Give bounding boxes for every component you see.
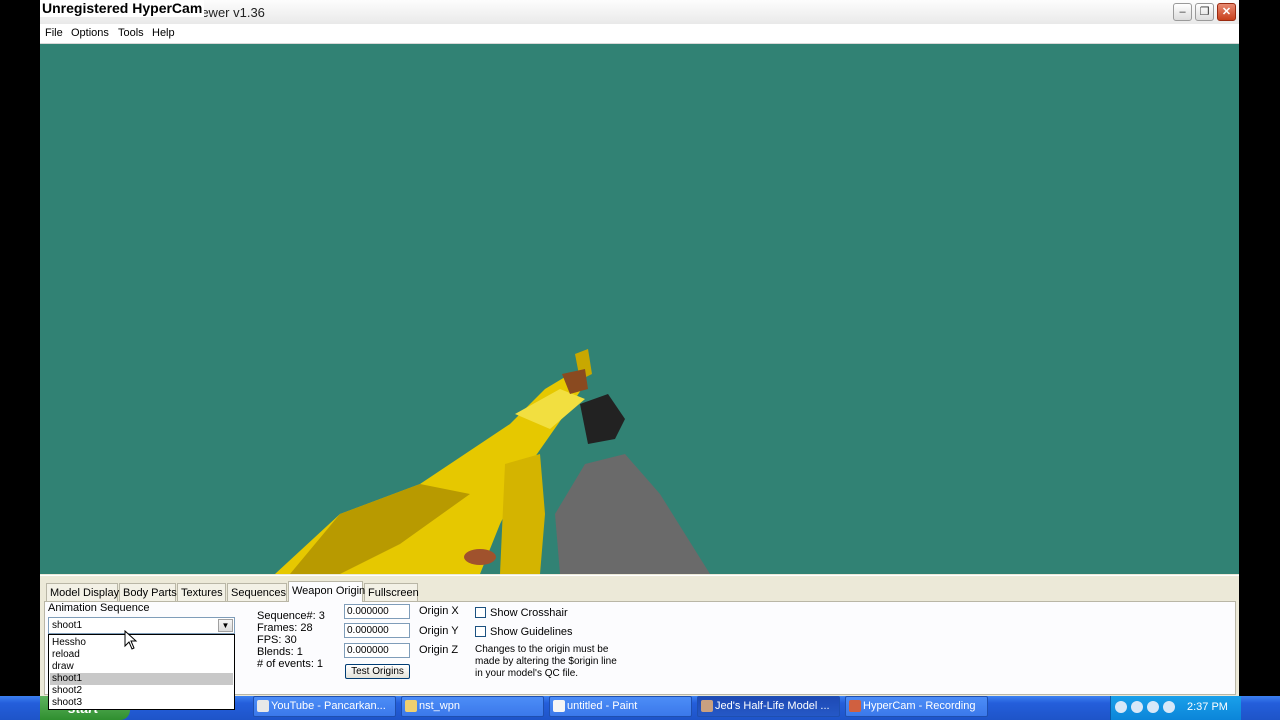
minimize-button[interactable]: –	[1173, 3, 1192, 21]
sequence-option[interactable]: shoot2	[50, 685, 233, 697]
maximize-button[interactable]: ❐	[1195, 3, 1214, 21]
chevron-down-icon[interactable]: ▼	[218, 619, 233, 632]
model-viewer-icon	[701, 700, 713, 712]
tray-arrow-icon[interactable]	[1115, 701, 1127, 713]
sequence-option-selected[interactable]: shoot1	[50, 673, 233, 685]
tab-sequences[interactable]: Sequences	[227, 583, 287, 601]
test-origins-button[interactable]: Test Origins	[345, 664, 410, 679]
mouse-cursor-icon	[124, 630, 138, 650]
magazine	[500, 454, 545, 574]
taskbar-item-folder[interactable]: nst_wpn	[401, 696, 544, 717]
origin-y-label: Origin Y	[419, 625, 459, 637]
task-label: HyperCam - Recording	[863, 700, 976, 712]
menu-tools[interactable]: Tools	[118, 27, 144, 39]
show-guidelines-label: Show Guidelines	[490, 626, 573, 638]
security-icon[interactable]	[1163, 701, 1175, 713]
origin-x-label: Origin X	[419, 605, 459, 617]
origin-x-input[interactable]: 0.000000	[344, 604, 410, 619]
origin-note-line1: Changes to the origin must be	[475, 644, 609, 655]
animation-sequence-label: Animation Sequence	[48, 602, 150, 614]
task-label: nst_wpn	[419, 700, 460, 712]
weapon-model	[275, 349, 710, 574]
origin-z-label: Origin Z	[419, 644, 459, 656]
sequence-number: Sequence#: 3	[257, 610, 325, 622]
sequence-option[interactable]: shoot3	[50, 697, 233, 709]
network-icon[interactable]	[1131, 701, 1143, 713]
model-viewport[interactable]	[40, 44, 1239, 574]
clock: 2:37 PM	[1187, 701, 1228, 713]
hypercam-icon	[849, 700, 861, 712]
show-guidelines-checkbox[interactable]	[475, 626, 486, 637]
model-viewer-window: Viewer v1.36 – ❐ ✕ File Options Tools He…	[40, 0, 1239, 697]
sequence-option[interactable]: draw	[50, 661, 233, 673]
origin-z-input[interactable]: 0.000000	[344, 643, 410, 658]
taskbar-item-hypercam[interactable]: HyperCam - Recording	[845, 696, 988, 717]
tab-fullscreen[interactable]: Fullscreen	[364, 583, 419, 601]
paint-icon	[553, 700, 565, 712]
title-bar[interactable]: Viewer v1.36 – ❐ ✕	[40, 0, 1239, 24]
task-label: Jed's Half-Life Model ...	[715, 700, 830, 712]
sequence-option[interactable]: Hessho	[50, 637, 233, 649]
volume-icon[interactable]	[1147, 701, 1159, 713]
origin-note-line3: in your model's QC file.	[475, 668, 579, 679]
browser-icon	[257, 700, 269, 712]
frames-count: Frames: 28	[257, 622, 313, 634]
show-crosshair-label: Show Crosshair	[490, 607, 568, 619]
hypercam-watermark: Unregistered HyperCam	[40, 0, 205, 17]
taskbar-item-youtube[interactable]: YouTube - Pancarkan...	[253, 696, 396, 717]
blends-count: Blends: 1	[257, 646, 303, 658]
folder-icon	[405, 700, 417, 712]
sequence-dropdown-list: Hessho reload draw shoot1 shoot2 shoot3	[48, 634, 235, 710]
selected-sequence: shoot1	[52, 620, 83, 631]
task-label: untitled - Paint	[567, 700, 638, 712]
origin-note-line2: made by altering the $origin line	[475, 656, 617, 667]
tab-model-display[interactable]: Model Display	[46, 583, 119, 601]
tab-weapon-origin[interactable]: Weapon Origin	[288, 581, 365, 602]
taskbar-item-paint[interactable]: untitled - Paint	[549, 696, 692, 717]
sequence-option[interactable]: reload	[50, 649, 233, 661]
fps-value: FPS: 30	[257, 634, 297, 646]
hand	[464, 549, 496, 565]
arm-sleeve	[555, 454, 710, 574]
menu-options[interactable]: Options	[71, 27, 109, 39]
tab-textures[interactable]: Textures	[177, 583, 226, 601]
tab-body-parts[interactable]: Body Parts	[119, 583, 177, 601]
menu-file[interactable]: File	[45, 27, 63, 39]
glove	[580, 394, 625, 444]
menu-bar: File Options Tools Help	[40, 24, 1239, 44]
task-label: YouTube - Pancarkan...	[271, 700, 386, 712]
close-button[interactable]: ✕	[1217, 3, 1236, 21]
menu-help[interactable]: Help	[152, 27, 175, 39]
taskbar-item-model-viewer[interactable]: Jed's Half-Life Model ...	[697, 696, 840, 717]
animation-sequence-select[interactable]: shoot1 ▼	[48, 617, 235, 634]
origin-y-input[interactable]: 0.000000	[344, 623, 410, 638]
events-count: # of events: 1	[257, 658, 324, 670]
show-crosshair-checkbox[interactable]	[475, 607, 486, 618]
